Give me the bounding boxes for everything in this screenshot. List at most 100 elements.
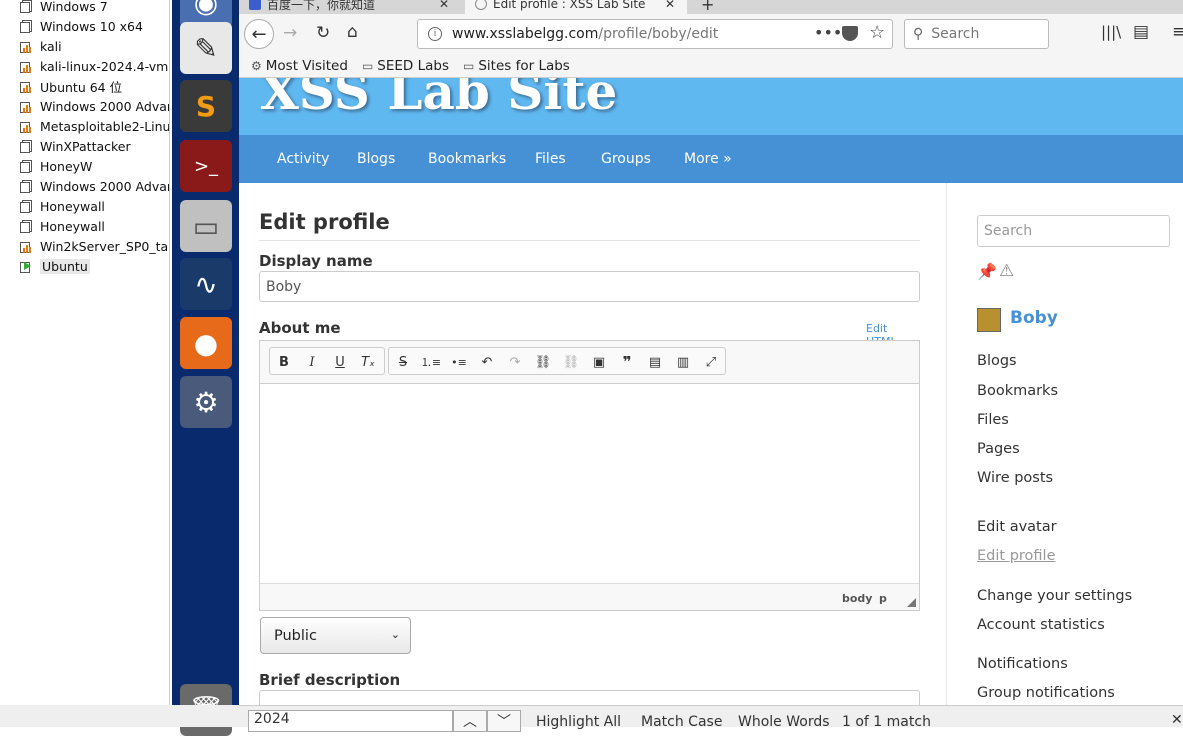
display-name-value: Boby <box>266 278 302 295</box>
pin-icon[interactable]: 📌 <box>977 262 997 281</box>
url-path: /profile/boby/edit <box>598 26 719 42</box>
vm-label: Win2kServer_SP0_targ <box>40 238 170 254</box>
text-editor-icon[interactable]: ✎ <box>180 22 232 74</box>
vm-list-item[interactable]: Honeywall <box>20 196 105 216</box>
nav-blogs[interactable]: Blogs <box>357 151 395 167</box>
sublime-text-icon[interactable]: S <box>180 80 232 132</box>
reload-button[interactable]: ↻ <box>316 23 330 43</box>
sidebar-item-notifications[interactable]: Notifications <box>977 656 1068 672</box>
vm-list-item[interactable]: WinXPattacker <box>20 136 131 156</box>
bookmark-star-icon[interactable]: ☆ <box>869 22 885 43</box>
ubuntu-launcher: ◉ ✎ S >_ ▭ ∿ ● ⚙ 🗑 <box>172 0 239 736</box>
new-tab-button[interactable]: + <box>701 0 714 14</box>
vm-list-item[interactable]: Win2kServer_SP0_targ <box>20 236 170 256</box>
underline-button[interactable]: U <box>329 352 351 372</box>
sidebar-item-edit-profile[interactable]: Edit profile <box>977 548 1056 564</box>
match-case-toggle[interactable]: Match Case <box>641 714 722 730</box>
sidebar-item-group-notifications[interactable]: Group notifications <box>977 685 1115 701</box>
sidebar-item-wire-posts[interactable]: Wire posts <box>977 470 1053 486</box>
editor-content-area[interactable] <box>260 384 919 583</box>
numbered-list-icon[interactable]: ⒈≡ <box>420 352 442 372</box>
vm-list-item[interactable]: Windows 2000 Advan <box>20 176 169 196</box>
tab-baidu[interactable]: 百度一下，你就知道 ✕ <box>249 0 449 14</box>
find-previous-button[interactable]: ︿ <box>453 710 487 732</box>
nav-bookmarks[interactable]: Bookmarks <box>428 151 506 167</box>
file-manager-icon[interactable]: ▭ <box>180 200 232 252</box>
italic-button[interactable]: I <box>301 352 323 372</box>
vm-list-item[interactable]: Honeywall <box>20 216 105 236</box>
redo-icon[interactable]: ↷ <box>504 352 526 372</box>
search-bar[interactable]: ⚲ Search <box>904 19 1049 49</box>
blockquote-icon[interactable]: ❞ <box>616 352 638 372</box>
vm-list-item[interactable]: HoneyW <box>20 156 92 176</box>
vm-list-item[interactable]: Ubuntu <box>20 256 90 276</box>
user-name-link[interactable]: Boby <box>1010 308 1058 328</box>
access-level-select[interactable]: Public ⌄ <box>260 617 411 654</box>
pocket-icon[interactable] <box>842 26 858 41</box>
forward-button[interactable]: → <box>283 23 297 43</box>
bookmark-sites-for-labs[interactable]: ▭ Sites for Labs <box>463 58 570 74</box>
wireshark-icon[interactable]: ∿ <box>180 258 232 310</box>
site-title[interactable]: XSS Lab Site <box>260 78 617 121</box>
info-icon[interactable]: i <box>428 27 442 41</box>
vm-list-item[interactable]: Windows 2000 Advan <box>20 96 169 116</box>
bookmark-seed-labs[interactable]: ▭ SEED Labs <box>362 58 449 74</box>
path-body[interactable]: body <box>842 592 872 605</box>
vm-list-item[interactable]: Metasploitable2-Linux <box>20 116 169 136</box>
nav-files[interactable]: Files <box>535 151 566 167</box>
sidebar-item-files[interactable]: Files <box>977 412 1009 428</box>
sidebar-item-pages[interactable]: Pages <box>977 441 1020 457</box>
path-p[interactable]: p <box>879 592 887 605</box>
warning-icon[interactable]: ⚠ <box>999 261 1014 281</box>
page-actions-icon[interactable]: ••• <box>814 23 842 42</box>
sidebar-item-change-settings[interactable]: Change your settings <box>977 588 1132 604</box>
nav-activity[interactable]: Activity <box>277 151 329 167</box>
firefox-icon[interactable]: ● <box>180 317 232 369</box>
library-icon[interactable]: |||\ <box>1101 23 1121 41</box>
remove-format-button[interactable]: Tₓ <box>357 352 379 372</box>
unlink-icon[interactable]: ⛓ <box>560 352 582 372</box>
highlight-all-toggle[interactable]: Highlight All <box>536 714 621 730</box>
sidebar-toggle-icon[interactable]: ▤ <box>1133 22 1149 42</box>
vm-list-item[interactable]: Windows 7 <box>20 0 108 16</box>
sidebar-item-blogs[interactable]: Blogs <box>977 353 1017 369</box>
whole-words-toggle[interactable]: Whole Words <box>738 714 830 730</box>
display-name-input[interactable]: Boby <box>259 271 920 302</box>
sidebar-item-edit-avatar[interactable]: Edit avatar <box>977 519 1057 535</box>
nav-more[interactable]: More » <box>684 151 732 167</box>
nav-groups[interactable]: Groups <box>601 151 651 167</box>
bold-button[interactable]: B <box>273 352 295 372</box>
sidebar-item-bookmarks[interactable]: Bookmarks <box>977 383 1058 399</box>
vm-list-item[interactable]: Windows 10 x64 <box>20 16 143 36</box>
sidebar-search-input[interactable]: Search <box>977 215 1170 247</box>
paste-icon[interactable]: ▤ <box>644 352 666 372</box>
terminal-icon[interactable]: >_ <box>180 140 232 192</box>
bulleted-list-icon[interactable]: •≡ <box>448 352 470 372</box>
avatar[interactable] <box>977 308 1001 332</box>
brief-description-input[interactable] <box>259 690 920 705</box>
vm-list-item[interactable]: kali-linux-2024.4-vmwa <box>20 56 169 76</box>
vm-list-item[interactable]: kali <box>20 36 62 56</box>
close-icon[interactable]: ✕ <box>439 0 449 11</box>
vm-list-item[interactable]: Ubuntu 64 位 <box>20 76 122 96</box>
link-icon[interactable]: ⛓ <box>532 352 554 372</box>
undo-icon[interactable]: ↶ <box>476 352 498 372</box>
baidu-favicon-icon <box>249 0 261 10</box>
find-next-button[interactable]: ﹀ <box>487 710 521 732</box>
maximize-icon[interactable]: ⤢ <box>700 352 722 372</box>
strikethrough-button[interactable]: S <box>392 352 414 372</box>
back-button[interactable]: ← <box>244 19 274 49</box>
menu-icon[interactable]: ≡ <box>1172 22 1183 42</box>
bookmark-most-visited[interactable]: ⚙ Most Visited <box>251 58 348 74</box>
paste-word-icon[interactable]: ▥ <box>672 352 694 372</box>
close-icon[interactable]: ✕ <box>1171 712 1183 728</box>
system-settings-icon[interactable]: ⚙ <box>180 376 232 428</box>
url-bar[interactable]: i www.xsslabelgg.com/profile/boby/edit •… <box>417 19 893 49</box>
resize-handle[interactable] <box>907 598 916 607</box>
tab-edit-profile[interactable]: Edit profile : XSS Lab Site ✕ <box>465 0 687 14</box>
sidebar-item-account-statistics[interactable]: Account statistics <box>977 617 1105 633</box>
close-icon[interactable]: ✕ <box>665 0 675 11</box>
find-input[interactable]: 2024 <box>248 710 453 732</box>
image-icon[interactable]: ▣ <box>588 352 610 372</box>
home-button[interactable]: ⌂ <box>347 22 358 42</box>
